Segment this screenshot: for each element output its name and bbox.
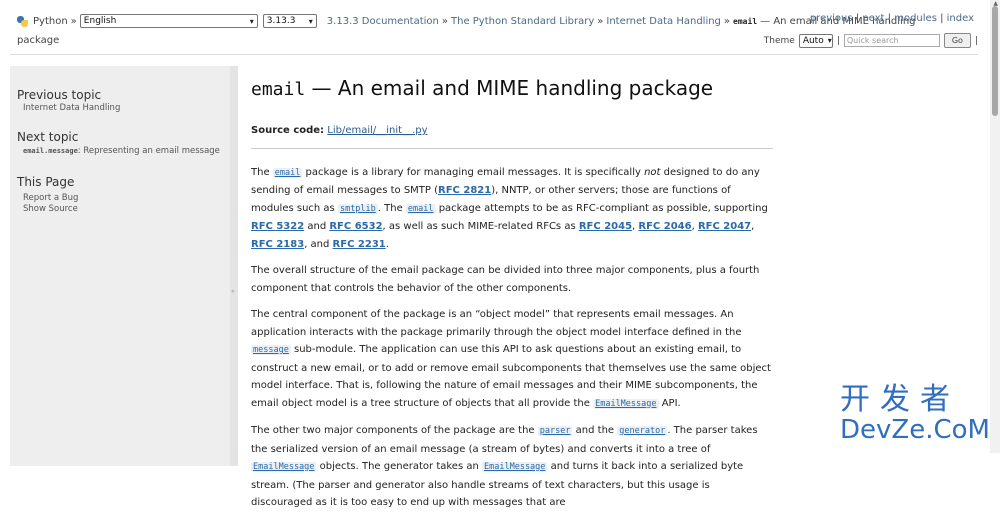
language-select[interactable]: English ▾ [79,14,258,28]
go-button[interactable]: Go [943,33,971,48]
email-module-link[interactable]: email [405,203,436,214]
vertical-scrollbar[interactable]: ▲ [990,0,1000,453]
show-source-link[interactable]: Show Source [23,204,230,215]
email-module-link[interactable]: email [272,167,303,178]
divider [251,147,773,149]
collapse-arrow-icon: « [231,288,235,295]
chevron-down-icon: ▾ [249,16,254,26]
breadcrumb-current-code: email [733,16,758,26]
smtplib-link[interactable]: smtplib [337,203,378,214]
version-select[interactable]: 3.13.3 ▾ [262,14,317,28]
rfc-2183-link[interactable]: RFC 2183 [251,239,304,250]
scrollbar-thumb[interactable] [992,6,998,116]
paragraph-parser-generator: The other two major components of the pa… [251,425,758,508]
rfc-2047-link[interactable]: RFC 2047 [698,221,751,232]
watermark-logo: 开发者 DevZe.CoM [840,382,990,445]
previous-topic-link[interactable]: Internet Data Handling [23,103,230,114]
search-input[interactable]: Quick search [843,34,940,47]
rfc-2821-link[interactable]: RFC 2821 [438,185,491,196]
rfc-5322-link[interactable]: RFC 5322 [251,221,304,232]
sidebar-collapse-handle[interactable]: « [230,66,238,466]
index-link[interactable]: index [947,13,974,24]
theme-label: Theme [763,35,795,46]
breadcrumb-internet-link[interactable]: Internet Data Handling [606,16,721,27]
modules-link[interactable]: modules [894,13,937,24]
next-link[interactable]: next [862,13,884,24]
emailmessage-link[interactable]: EmailMessage [593,398,659,409]
this-page-heading: This Page [17,175,75,189]
next-topic-link[interactable]: email.message: Representing an email mes… [23,146,230,157]
main-content: email — An email and MIME handling packa… [251,74,773,521]
top-navigation-bar: Python » English ▾ 3.13.3 ▾ 3.13.3 Documen… [0,0,1000,54]
next-topic-heading: Next topic [17,130,79,144]
breadcrumb-stdlib-link[interactable]: The Python Standard Library [451,16,594,27]
source-code-link[interactable]: Lib/email/__init__.py [327,125,427,136]
breadcrumb: Python » English ▾ 3.13.3 ▾ 3.13.3 Documen… [17,13,916,29]
python-home-link[interactable]: Python [33,16,68,27]
rfc-2046-link[interactable]: RFC 2046 [638,221,691,232]
emailmessage-link[interactable]: EmailMessage [251,462,317,472]
report-bug-link[interactable]: Report a Bug [23,193,230,204]
paragraph-intro: The email package is a library for manag… [251,166,768,250]
python-logo-icon [17,15,28,27]
message-module-link[interactable]: message [251,345,291,355]
breadcrumb-current-title-cont: package [17,35,60,46]
emailmessage-link[interactable]: EmailMessage [482,462,548,472]
divider [10,54,978,55]
source-code-line: Source code: Lib/email/__init__.py [251,125,428,136]
parser-link[interactable]: parser [537,426,573,436]
rfc-6532-link[interactable]: RFC 6532 [329,221,382,232]
theme-search-row: Theme Auto ▾ | Quick search Go | [764,33,978,48]
generator-link[interactable]: generator [617,426,668,436]
sidebar: Previous topic Internet Data Handling Ne… [10,66,230,466]
paragraph-object-model: The central component of the package is … [251,309,771,409]
previous-topic-heading: Previous topic [17,88,102,102]
chevron-down-icon: ▾ [308,16,313,26]
rfc-2045-link[interactable]: RFC 2045 [579,221,632,232]
chevron-down-icon: ▾ [827,36,832,45]
breadcrumb-docs-link[interactable]: 3.13.3 Documentation [327,16,439,27]
previous-link[interactable]: previous [810,13,853,24]
theme-select[interactable]: Auto ▾ [798,33,833,48]
page-title: email — An email and MIME handling packa… [251,76,714,100]
rfc-2231-link[interactable]: RFC 2231 [333,239,386,250]
related-links: previous | next | modules | index [809,13,974,24]
paragraph-structure: The overall structure of the email packa… [251,265,760,294]
